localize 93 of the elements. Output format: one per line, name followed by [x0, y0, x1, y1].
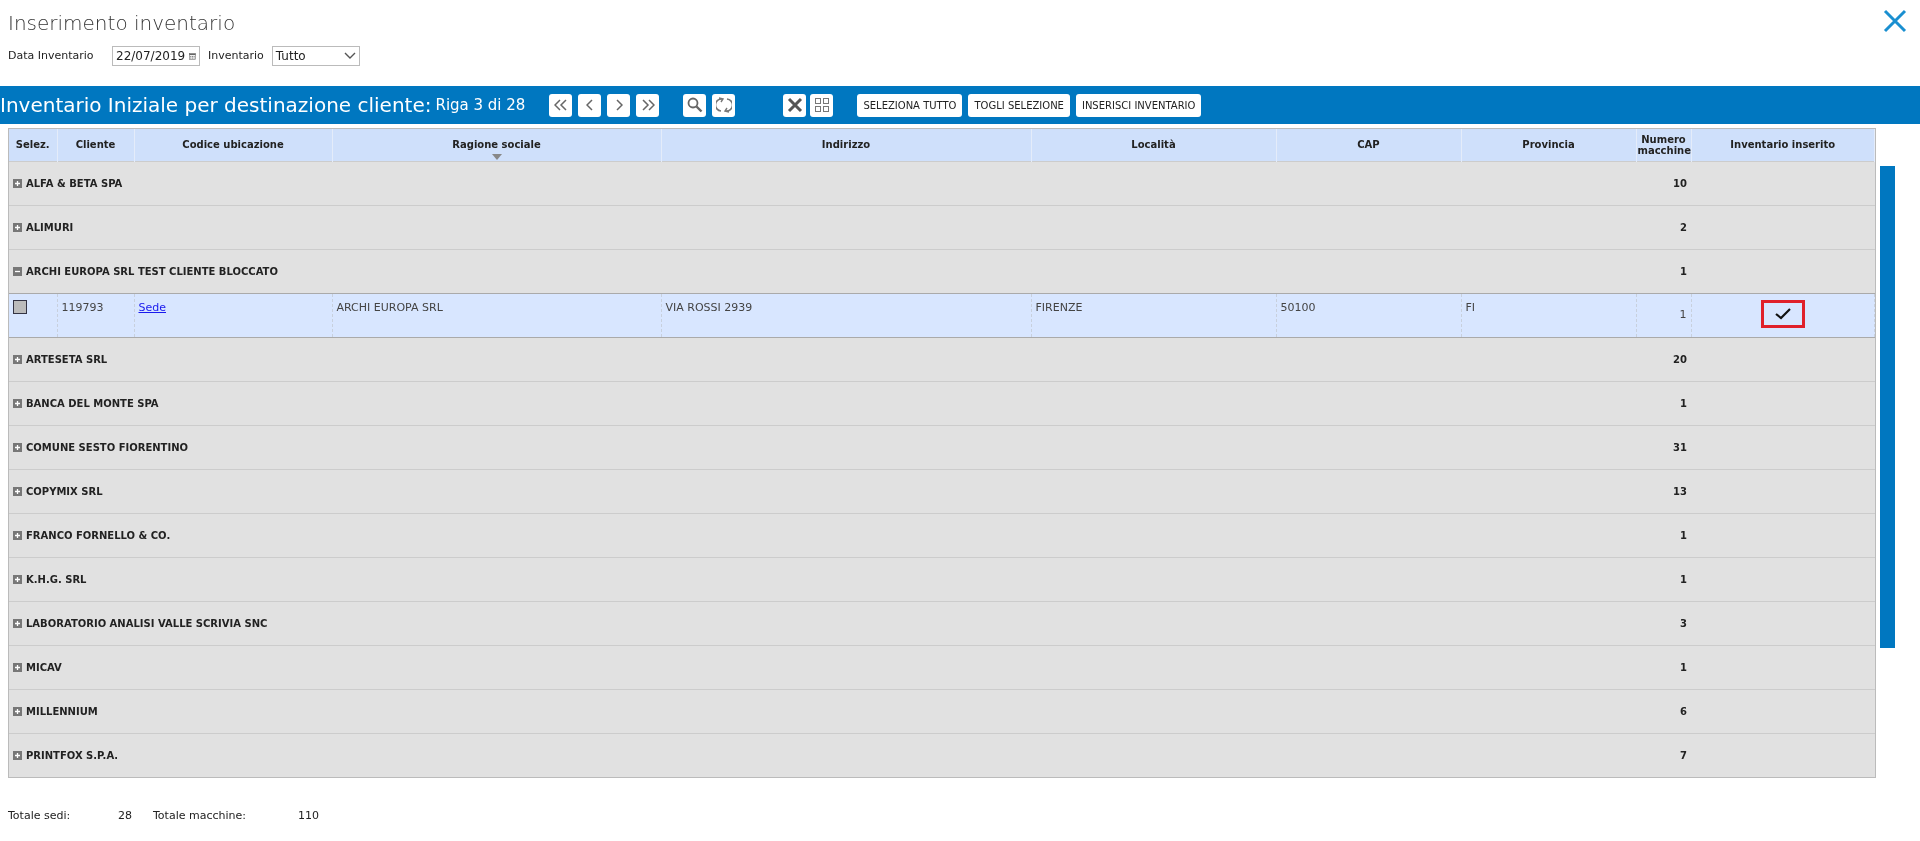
- calendar-icon[interactable]: [189, 50, 196, 62]
- close-icon[interactable]: [1882, 8, 1908, 34]
- expand-icon[interactable]: [13, 443, 22, 452]
- double-chevron-right-icon: [640, 99, 655, 111]
- column-header[interactable]: Selez.: [9, 129, 57, 161]
- group-count: 7: [1680, 749, 1687, 761]
- row-checkbox[interactable]: [13, 299, 27, 314]
- page-title: Inserimento inventario: [8, 10, 236, 37]
- column-header[interactable]: Località: [1031, 129, 1276, 161]
- grid-title: Inventario Iniziale per destinazione cliente:: [0, 92, 432, 119]
- column-header[interactable]: Codice ubicazione: [134, 129, 332, 161]
- group-count: 1: [1680, 573, 1687, 585]
- field-label: Inventario: [208, 47, 264, 64]
- table-cell: 119793: [61, 300, 104, 314]
- toolbar-button[interactable]: SELEZIONA TUTTO: [857, 93, 963, 117]
- expand-icon[interactable]: [13, 663, 22, 672]
- expand-icon[interactable]: [13, 487, 22, 496]
- date-field[interactable]: 22/07/2019: [112, 46, 200, 66]
- expand-icon[interactable]: [13, 399, 22, 408]
- column-header[interactable]: Provincia: [1461, 129, 1636, 161]
- group-name: COPYMIX SRL: [26, 485, 103, 497]
- next-button[interactable]: [607, 93, 631, 117]
- group-count: 31: [1673, 441, 1687, 453]
- chevron-down-icon: [343, 52, 356, 60]
- group-name: COMUNE SESTO FIORENTINO: [26, 441, 188, 453]
- group-count: 1: [1680, 529, 1687, 541]
- first-page-button[interactable]: [549, 93, 573, 117]
- group-count: 1: [1680, 661, 1687, 673]
- previous-button[interactable]: [578, 93, 602, 117]
- expand-icon[interactable]: [13, 619, 22, 628]
- excel-export-button[interactable]: [783, 93, 807, 117]
- group-count: 1: [1680, 397, 1687, 409]
- group-count: 13: [1673, 485, 1687, 497]
- total-label: Totale sedi:: [8, 808, 72, 824]
- group-name: MILLENNIUM: [26, 705, 98, 717]
- group-name: LABORATORIO ANALISI VALLE SCRIVIA SNC: [26, 617, 268, 629]
- expand-icon[interactable]: [13, 707, 22, 716]
- group-name: K.H.G. SRL: [26, 573, 87, 585]
- total-value: 28: [118, 808, 133, 824]
- chevron-left-icon: [585, 99, 594, 111]
- x-icon: [786, 97, 803, 113]
- group-name: ALIMURI: [26, 221, 74, 233]
- table-cell: FI: [1465, 300, 1476, 314]
- table-cell: ARCHI EUROPA SRL: [336, 300, 443, 314]
- type-dropdown[interactable]: Tutto: [271, 46, 360, 66]
- group-count: 20: [1673, 353, 1687, 365]
- expand-icon[interactable]: [13, 223, 22, 232]
- expand-icon[interactable]: [13, 751, 22, 761]
- column-header[interactable]: Cliente: [57, 129, 134, 161]
- last-page-button[interactable]: [636, 93, 660, 117]
- toolbar-button[interactable]: TOGLI SELEZIONE: [968, 93, 1070, 117]
- row-position: Riga 3 di 28: [435, 94, 526, 116]
- expand-icon[interactable]: [13, 575, 22, 584]
- collapse-icon[interactable]: [13, 267, 22, 276]
- column-header[interactable]: Ragione sociale: [332, 129, 661, 161]
- group-count: 1: [1680, 265, 1687, 277]
- field-label: Data Inventario: [8, 47, 95, 64]
- group-name: PRINTFOX S.P.A.: [26, 749, 119, 761]
- column-header[interactable]: CAP: [1276, 129, 1461, 161]
- group-count: 3: [1680, 617, 1687, 629]
- double-chevron-left-icon: [553, 99, 568, 111]
- grid-icon: [813, 97, 830, 113]
- toolbar-button[interactable]: INSERISCI INVENTARIO: [1075, 93, 1202, 117]
- group-name: FRANCO FORNELLO & CO.: [26, 529, 171, 541]
- group-name: ARTESETA SRL: [26, 353, 108, 365]
- chevron-right-icon: [614, 99, 623, 111]
- refresh-icon: [715, 97, 732, 113]
- expand-icon[interactable]: [13, 355, 22, 364]
- group-name: BANCA DEL MONTE SPA: [26, 397, 159, 409]
- layout-button[interactable]: [810, 93, 834, 117]
- location-link[interactable]: Sede: [138, 300, 166, 314]
- scrollbar-thumb[interactable]: [1880, 166, 1895, 648]
- column-header[interactable]: Inventario inserito: [1691, 129, 1875, 161]
- total-value: 110: [298, 808, 319, 824]
- total-label: Totale macchine:: [153, 808, 247, 824]
- column-header[interactable]: Numero macchine: [1636, 129, 1691, 161]
- column-header[interactable]: Indirizzo: [661, 129, 1031, 161]
- group-name: MICAV: [26, 661, 62, 673]
- group-count: 6: [1680, 705, 1687, 717]
- data-row[interactable]: 119793 Sede ARCHI EUROPA SRL VIA ROSSI 2939 FIRENZE 50100 FI 1: [9, 293, 1875, 337]
- table-cell: FIRENZE: [1035, 300, 1083, 314]
- search-button[interactable]: [683, 93, 707, 117]
- expand-icon[interactable]: [13, 179, 22, 188]
- refresh-button[interactable]: [712, 93, 736, 117]
- group-count: 10: [1673, 177, 1687, 189]
- expand-icon[interactable]: [13, 531, 22, 540]
- group-name: ARCHI EUROPA SRL TEST CLIENTE BLOCCATO: [26, 265, 278, 277]
- table-cell: 1: [1679, 307, 1687, 321]
- search-icon: [686, 97, 703, 113]
- group-count: 2: [1680, 221, 1687, 233]
- group-name: ALFA & BETA SPA: [26, 177, 123, 189]
- table-cell: 50100: [1280, 300, 1316, 314]
- table-cell: VIA ROSSI 2939: [665, 300, 753, 314]
